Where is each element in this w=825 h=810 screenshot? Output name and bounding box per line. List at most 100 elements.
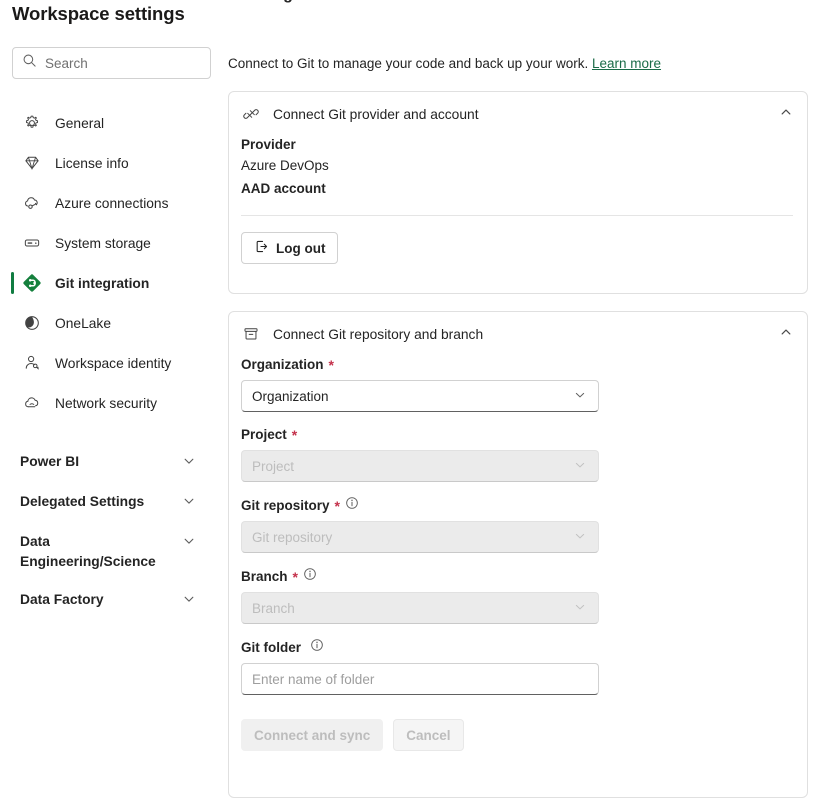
project-dropdown: Project bbox=[241, 450, 599, 482]
git-folder-label-text: Git folder bbox=[241, 639, 301, 655]
sidebar-item-workspace-identity[interactable]: Workspace identity bbox=[0, 343, 214, 383]
organization-label-text: Organization bbox=[241, 357, 324, 372]
cloud-link-icon bbox=[22, 193, 42, 213]
learn-more-link[interactable]: Learn more bbox=[592, 56, 661, 71]
repo-card-body: Organization * Organization Project * Pr… bbox=[229, 356, 807, 751]
git-repository-field: Git repository * Git repository bbox=[241, 496, 793, 553]
repo-card-header[interactable]: Connect Git repository and branch bbox=[229, 312, 807, 356]
organization-label: Organization * bbox=[241, 356, 793, 374]
chevron-down-icon bbox=[573, 600, 587, 617]
info-icon[interactable] bbox=[303, 567, 317, 586]
chevron-down-icon bbox=[182, 494, 196, 511]
chevron-up-icon[interactable] bbox=[779, 325, 793, 344]
chevron-down-icon bbox=[182, 592, 196, 609]
onelake-icon bbox=[22, 313, 42, 333]
sidebar-item-label: Workspace identity bbox=[55, 355, 172, 371]
sidebar-group-data-engineering-science[interactable]: Data Engineering/Science bbox=[0, 523, 214, 581]
required-asterisk: * bbox=[334, 497, 340, 514]
project-field: Project * Project bbox=[241, 426, 793, 482]
sidebar-item-azure-connections[interactable]: Azure connections bbox=[0, 183, 214, 223]
organization-dropdown-value: Organization bbox=[252, 388, 329, 404]
chevron-down-icon bbox=[573, 388, 587, 405]
git-repository-label-text: Git repository bbox=[241, 497, 330, 513]
sidebar-group-data-factory[interactable]: Data Factory bbox=[0, 581, 214, 621]
intro-text: Connect to Git to manage your code and b… bbox=[228, 56, 661, 71]
provider-card-header[interactable]: Connect Git provider and account bbox=[229, 92, 807, 136]
intro-sentence: Connect to Git to manage your code and b… bbox=[228, 56, 589, 71]
sidebar-item-system-storage[interactable]: System storage bbox=[0, 223, 214, 263]
settings-sidebar: Workspace settings General bbox=[0, 0, 214, 810]
connect-git-provider-card: Connect Git provider and account Provide… bbox=[228, 91, 808, 294]
organization-field: Organization * Organization bbox=[241, 356, 793, 412]
git-integration-panel: Git integration Connect to Git to manage… bbox=[214, 0, 825, 810]
search-input[interactable] bbox=[45, 55, 195, 71]
project-label-text: Project bbox=[241, 427, 287, 442]
git-folder-label: Git folder bbox=[241, 638, 793, 657]
plug-icon bbox=[241, 104, 261, 124]
provider-card-title: Connect Git provider and account bbox=[273, 106, 479, 122]
sign-out-icon bbox=[254, 239, 269, 257]
sidebar-item-label: Git integration bbox=[55, 275, 150, 291]
sidebar-group-power-bi[interactable]: Power BI bbox=[0, 443, 214, 483]
repo-card-actions: Connect and sync Cancel bbox=[241, 719, 793, 751]
branch-label-text: Branch bbox=[241, 568, 288, 584]
chevron-up-icon[interactable] bbox=[779, 105, 793, 124]
repo-card-title: Connect Git repository and branch bbox=[273, 326, 484, 342]
git-folder-placeholder: Enter name of folder bbox=[252, 671, 375, 687]
diamond-icon bbox=[22, 153, 42, 173]
sidebar-group-label: Data Engineering/Science bbox=[20, 534, 156, 569]
sidebar-item-license-info[interactable]: License info bbox=[0, 143, 214, 183]
sidebar-item-label: OneLake bbox=[55, 315, 111, 331]
cancel-button[interactable]: Cancel bbox=[393, 719, 464, 751]
sidebar-group-label: Data Factory bbox=[20, 592, 104, 607]
git-diamond-icon bbox=[22, 273, 42, 293]
branch-field: Branch * Branch bbox=[241, 567, 793, 624]
git-folder-input-wrapper[interactable]: Enter name of folder bbox=[241, 663, 599, 695]
sidebar-group-label: Power BI bbox=[20, 454, 80, 469]
cloud-shield-icon bbox=[22, 393, 42, 413]
chevron-down-icon bbox=[573, 458, 587, 475]
sidebar-item-label: Azure connections bbox=[55, 195, 169, 211]
chevron-down-icon bbox=[182, 454, 196, 471]
connect-git-repository-card: Connect Git repository and branch Organi… bbox=[228, 311, 808, 798]
sidebar-item-network-security[interactable]: Network security bbox=[0, 383, 214, 423]
workspace-settings-page: Workspace settings General bbox=[0, 0, 825, 810]
project-dropdown-value: Project bbox=[252, 458, 295, 474]
log-out-button[interactable]: Log out bbox=[241, 232, 339, 264]
search-box[interactable] bbox=[12, 47, 211, 79]
organization-dropdown[interactable]: Organization bbox=[241, 380, 599, 412]
git-repository-label: Git repository * bbox=[241, 496, 793, 515]
sidebar-item-label: Network security bbox=[55, 395, 157, 411]
branch-dropdown-value: Branch bbox=[252, 600, 295, 616]
box-icon bbox=[241, 324, 261, 344]
provider-card-divider bbox=[241, 215, 793, 216]
chevron-down-icon bbox=[573, 529, 587, 546]
git-folder-field: Git folder Enter name of folder bbox=[241, 638, 793, 695]
page-title: Workspace settings bbox=[12, 3, 185, 24]
info-icon[interactable] bbox=[345, 496, 359, 515]
sidebar-group-delegated-settings[interactable]: Delegated Settings bbox=[0, 483, 214, 523]
git-repository-dropdown-value: Git repository bbox=[252, 529, 333, 545]
sidebar-group-label: Delegated Settings bbox=[20, 494, 145, 509]
aad-account-label: AAD account bbox=[241, 181, 326, 196]
storage-icon bbox=[22, 233, 42, 253]
sidebar-item-general[interactable]: General bbox=[0, 103, 214, 143]
project-label: Project * bbox=[241, 426, 793, 444]
sidebar-item-label: General bbox=[55, 115, 105, 131]
info-icon[interactable] bbox=[310, 638, 324, 657]
provider-value: Azure DevOps bbox=[241, 158, 329, 173]
sidebar-item-git-integration[interactable]: Git integration bbox=[0, 263, 214, 303]
gear-icon bbox=[22, 113, 42, 133]
branch-label: Branch * bbox=[241, 567, 793, 586]
connect-and-sync-button[interactable]: Connect and sync bbox=[241, 719, 384, 751]
sidebar-item-label: License info bbox=[55, 155, 129, 171]
identity-key-icon bbox=[22, 353, 42, 373]
required-asterisk: * bbox=[291, 427, 298, 443]
provider-card-body: Provider Azure DevOps AAD account Log ou… bbox=[229, 136, 807, 264]
chevron-down-icon bbox=[182, 534, 196, 551]
sidebar-item-onelake[interactable]: OneLake bbox=[0, 303, 214, 343]
section-heading: Git integration bbox=[228, 0, 337, 4]
branch-dropdown: Branch bbox=[241, 592, 599, 624]
required-asterisk: * bbox=[328, 357, 334, 373]
